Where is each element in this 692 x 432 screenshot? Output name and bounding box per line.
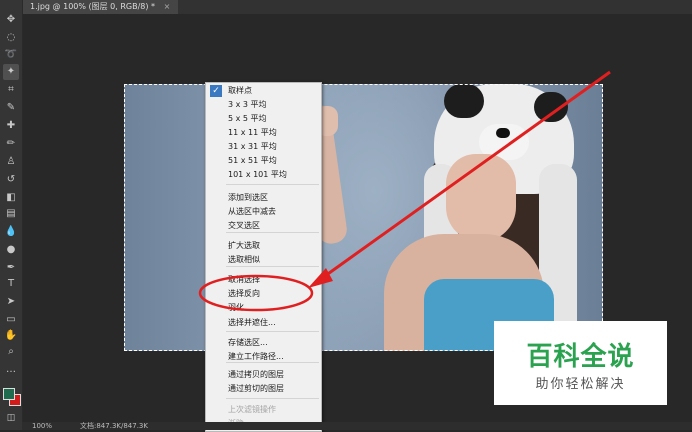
watermark-subtitle: 助你轻松解决	[535, 377, 626, 392]
status-bar: 100% 文档:847.3K/847.3K	[22, 422, 692, 430]
watermark-logo: 百科全说 助你轻松解决	[494, 321, 667, 405]
annotation-arrow-line	[317, 70, 611, 283]
document-info[interactable]: 文档:847.3K/847.3K	[80, 422, 148, 430]
annotation-arrow-head	[308, 268, 333, 288]
zoom-level[interactable]: 100%	[32, 422, 52, 430]
watermark-title: 百科全说	[526, 342, 635, 372]
annotation-circle	[198, 274, 314, 312]
foreground-color-swatch[interactable]	[3, 388, 15, 400]
